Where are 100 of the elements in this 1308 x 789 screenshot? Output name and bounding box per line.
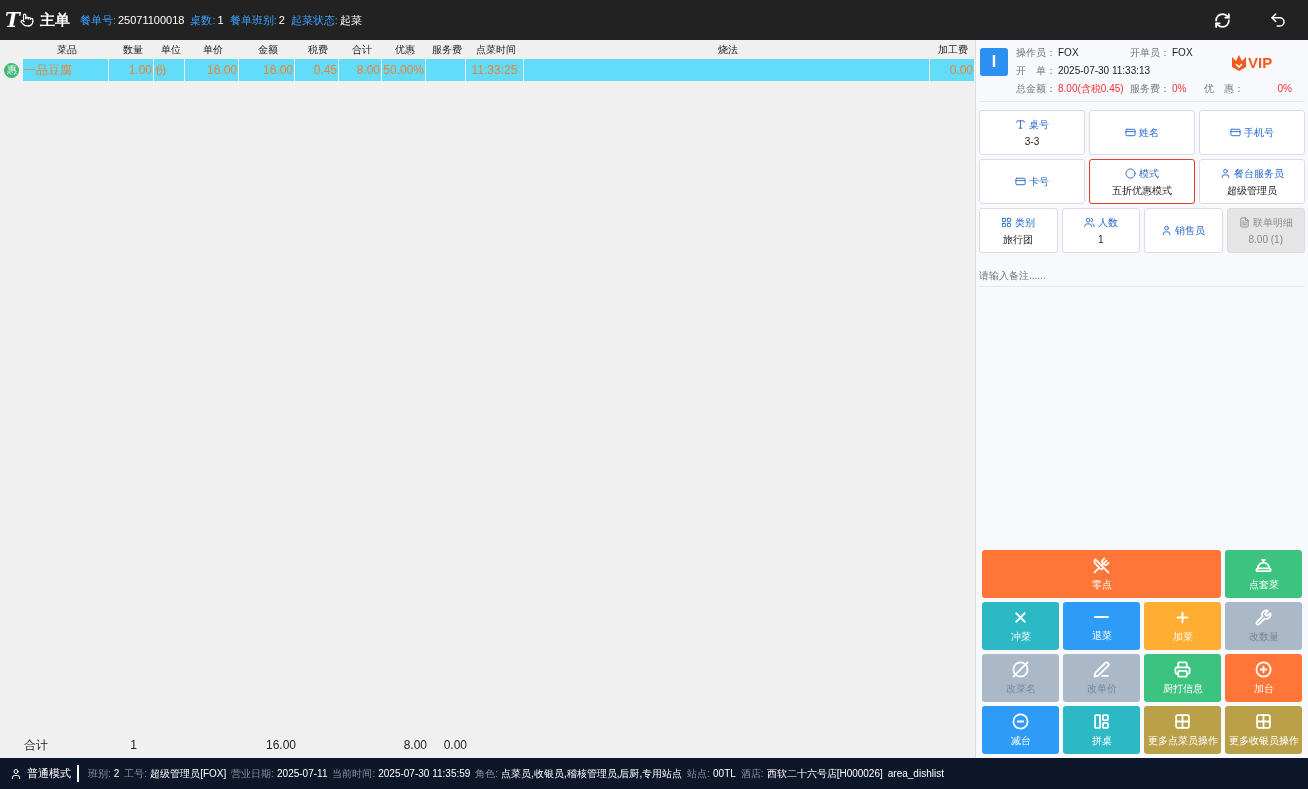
status-value: area_dishlist (887, 767, 944, 781)
status-value: 00TL (713, 767, 736, 781)
order-field-button[interactable]: 模式 五折优惠模式 (1089, 159, 1195, 204)
status-label: 工号: (124, 767, 148, 781)
pointer-icon (19, 13, 34, 27)
order-field-button[interactable]: 姓名 (1089, 110, 1195, 155)
card-icon (1125, 127, 1136, 138)
column-header: 优惠 (394, 43, 416, 57)
action-button[interactable]: 加台 (1225, 654, 1302, 702)
refresh-icon (1213, 11, 1231, 29)
slash-circle-icon (1012, 660, 1029, 678)
order-field-label: 起菜状态: (290, 12, 338, 28)
grid-icon (1255, 712, 1272, 730)
info-value: 8.00(含税0.45) (1058, 82, 1124, 96)
info-label: 总金额： (1016, 82, 1056, 96)
mode-label: 普通模式 (27, 765, 79, 782)
column-header: 点菜时间 (475, 43, 517, 57)
table-cell: 份 (154, 59, 185, 81)
info-value: FOX (1058, 46, 1079, 60)
action-button[interactable]: 冲菜 (982, 602, 1059, 650)
status-value: 2025-07-11 (277, 767, 328, 781)
order-field-button[interactable]: 餐台服务员 超级管理员 (1199, 159, 1305, 204)
order-field-button[interactable]: 桌号 3-3 (979, 110, 1085, 155)
status-label: 班别: (88, 767, 111, 781)
action-button[interactable]: 退菜 (1063, 602, 1140, 650)
grid-icon (1174, 712, 1191, 730)
order-field-button[interactable]: 销售员 (1144, 208, 1223, 253)
minus-circle-icon (1012, 712, 1029, 730)
info-value: 0% (1172, 82, 1187, 96)
order-field-value: 1 (217, 12, 224, 28)
total-cell-text: 0.00 (442, 737, 467, 754)
status-value: 超级管理员[FOX] (150, 767, 227, 781)
minus-icon (1094, 615, 1109, 619)
column-header: 菜品 (56, 43, 78, 57)
person-icon (1161, 225, 1173, 236)
column-header: 数量 (121, 43, 144, 57)
card-icon (1230, 127, 1241, 138)
document-icon (1238, 216, 1250, 228)
column-header: 单价 (202, 43, 224, 57)
plus-circle-icon (1255, 660, 1272, 678)
printer-icon (1174, 660, 1191, 678)
table-cell: 0.45 (295, 59, 339, 81)
table-cell: 50.00% (382, 59, 426, 81)
info-label: 操作员： (1016, 46, 1056, 60)
order-field-button[interactable]: 人数 1 (1061, 208, 1140, 253)
info-label: 优 惠： (1204, 82, 1244, 96)
pen-icon (1093, 660, 1110, 678)
remark-field[interactable]: 请输入备注...... (979, 265, 1305, 287)
back-arrow-icon (1269, 11, 1287, 29)
table-cell: 16.00 (239, 59, 295, 81)
info-value: 0% (1277, 82, 1292, 96)
people-icon (1083, 216, 1095, 228)
status-value: 2 (113, 767, 120, 781)
action-button[interactable]: 减台 (982, 706, 1059, 754)
column-header: 服务费 (431, 43, 463, 57)
window-title: 主单 (39, 9, 70, 30)
text-icon (1015, 118, 1026, 130)
order-field-button[interactable]: 类别 旅行团 (979, 208, 1058, 253)
action-button[interactable]: 厨打信息 (1144, 654, 1221, 702)
column-header: 金额 (257, 43, 279, 57)
info-value: FOX (1172, 46, 1193, 60)
total-label: 合计 (24, 737, 49, 754)
status-label: 角色: (475, 767, 499, 781)
card-icon (1015, 176, 1026, 187)
cloche-icon (1255, 556, 1272, 574)
person-icon (1220, 167, 1231, 179)
column-header: 烧法 (716, 43, 739, 57)
action-button[interactable]: 点套菜 (1225, 550, 1302, 598)
table-row[interactable]: 一品豆腐 1.00 份 16.00 16.00 0.45 8.00 50.00% 11:33:25 0.00 (23, 59, 975, 81)
total-cell-text: 1 (129, 737, 138, 754)
action-button[interactable]: 零点 (982, 550, 1221, 598)
vip-badge: VIP (1231, 52, 1273, 75)
table-cell: 1.00 (109, 59, 154, 81)
order-field-button[interactable]: 卡号 (979, 159, 1085, 204)
user-icon (10, 767, 22, 780)
table-cell: 11:33:25 (466, 59, 524, 81)
action-button[interactable]: 更多点菜员操作 (1144, 706, 1221, 754)
utensils-icon (1093, 556, 1110, 574)
discount-badge: 惠 (4, 62, 19, 78)
total-cell-text: 8.00 (402, 737, 427, 754)
panels-icon (1093, 712, 1110, 730)
column-header: 单位 (159, 43, 182, 57)
status-label: 酒店: (740, 767, 764, 781)
order-field-value: 2 (278, 12, 285, 28)
order-field-button[interactable]: 手机号 (1199, 110, 1305, 155)
status-value: 点菜员,收银员,稽核管理员,后厨,专用站点 (501, 767, 683, 781)
info-label: 服务费： (1130, 82, 1170, 96)
column-header: 加工费 (936, 43, 969, 57)
action-button[interactable]: 拼桌 (1063, 706, 1140, 754)
action-button[interactable]: 加菜 (1144, 602, 1221, 650)
operator-avatar: I (980, 48, 1008, 76)
action-button[interactable]: 更多收银员操作 (1225, 706, 1302, 754)
info-value: 2025-07-30 11:33:13 (1058, 64, 1151, 78)
table-cell: 一品豆腐 (23, 59, 109, 81)
column-header: 合计 (350, 43, 373, 57)
status-label: 站点: (687, 767, 711, 781)
order-field-label: 桌数: (190, 12, 216, 28)
circle-icon (1125, 167, 1136, 179)
status-label: 当前时间: (332, 767, 376, 781)
status-value: 2025-07-30 11:35:59 (378, 767, 471, 781)
